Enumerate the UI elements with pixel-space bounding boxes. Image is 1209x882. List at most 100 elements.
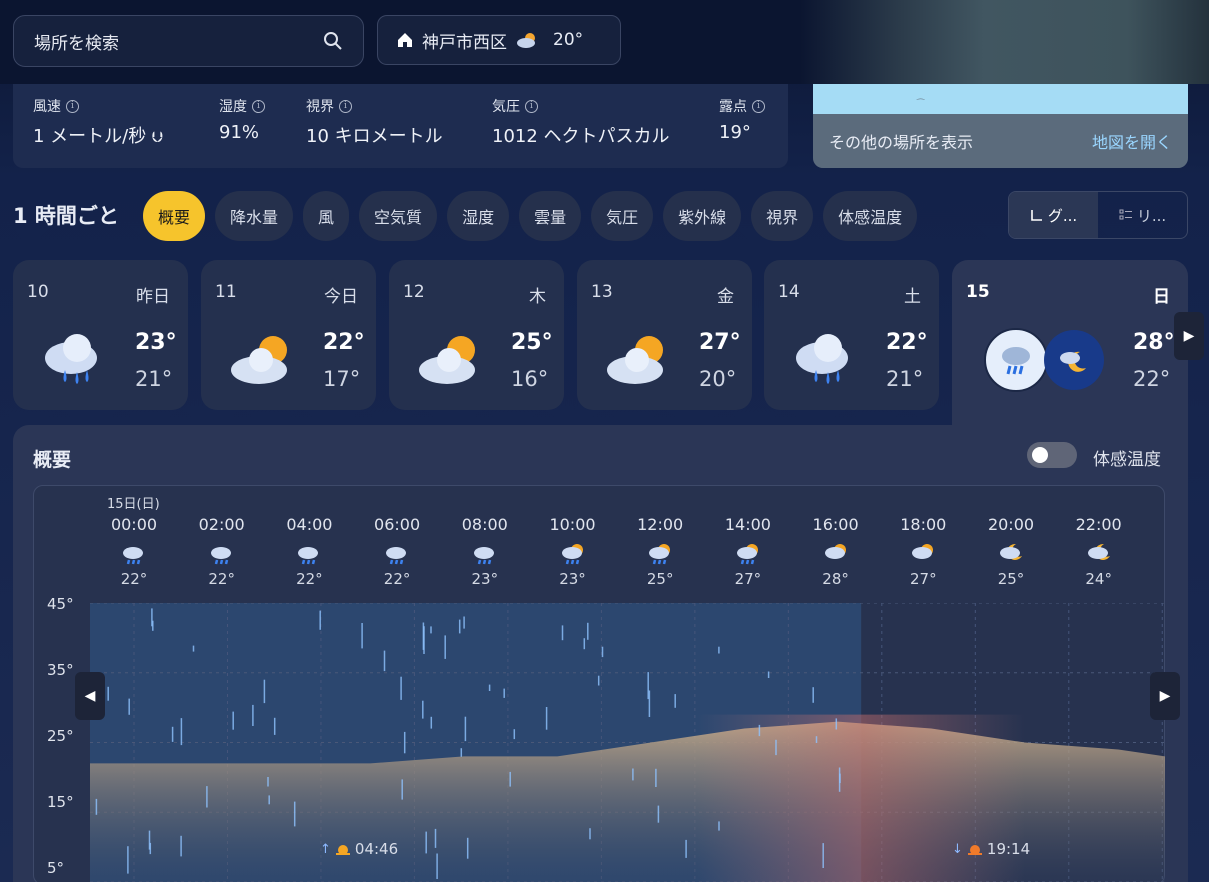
current-details: 風速 i 1 メートル/秒 ⮋ 湿度 i 91% 視界 i 10 キロメートル 気圧 i… [13, 84, 788, 168]
tab-air-quality[interactable]: 空気質 [359, 191, 438, 241]
y-tick-label: 25° [47, 727, 74, 745]
search-input[interactable]: 場所を検索 [34, 29, 323, 54]
info-icon[interactable]: i [752, 99, 765, 113]
hour-time: 04:00 [286, 515, 333, 534]
tab-feels-like[interactable]: 体感温度 [823, 191, 918, 241]
day-number: 15 [966, 282, 990, 302]
rain-and-night-cloud-icon [984, 328, 1104, 392]
sunrise-time: 04:46 [354, 840, 399, 858]
low-temp: 16° [511, 367, 549, 391]
search-icon[interactable] [323, 31, 343, 51]
high-temp: 25° [511, 330, 553, 355]
day-of-week: 日 [1153, 287, 1170, 307]
partly-cloudy-icon [607, 336, 663, 384]
high-temp: 23° [135, 330, 177, 355]
tab-wind[interactable]: 風 [303, 191, 350, 241]
hour-temp: 27° [734, 570, 762, 588]
day-card-selected[interactable]: 15 日 28° 22° [952, 260, 1188, 426]
hour-column: 14:00 27° [704, 515, 792, 588]
feels-like-toggle[interactable] [1027, 442, 1077, 468]
hour-column: 12:00 25° [616, 515, 704, 588]
sun-cloud-icon [912, 544, 934, 559]
day-of-week: 木 [529, 287, 546, 307]
hour-time: 22:00 [1075, 515, 1122, 534]
hour-temp: 25° [997, 570, 1025, 588]
hour-column: 10:00 23° [529, 515, 617, 588]
tab-cloud-cover[interactable]: 雲量 [519, 191, 582, 241]
day-card[interactable]: 13 金 27° 20° [577, 260, 752, 410]
hourly-header: 00:00 22° 02:00 22° 04:00 22° 06:00 22° 08:00 23°… [90, 515, 1165, 600]
next-days-button[interactable]: ▶ [1174, 312, 1204, 360]
info-icon[interactable]: i [525, 99, 538, 113]
hour-column: 06:00 22° [353, 515, 441, 588]
partly-cloudy-icon [517, 33, 535, 48]
list-view-button[interactable]: リ... [1098, 192, 1187, 238]
chevron-right-icon: ▶ [1159, 688, 1171, 704]
hour-temp: 23° [559, 570, 586, 588]
detail-label: 視界 [306, 99, 334, 115]
sunset-icon [967, 845, 982, 855]
day-of-week: 今日 [324, 287, 358, 307]
info-icon[interactable]: i [252, 99, 265, 113]
chart-prev-button[interactable]: ◀ [75, 672, 105, 720]
day-card[interactable]: 12 木 25° 16° [389, 260, 564, 410]
location-name: 神戸市西区 [422, 32, 507, 53]
wind-direction-icon: ⮋ [151, 128, 164, 146]
tab-uv[interactable]: 紫外線 [663, 191, 742, 241]
day-of-week: 土 [904, 287, 921, 307]
day-number: 10 [27, 282, 49, 302]
day-of-week: 昨日 [136, 287, 170, 307]
sunset-marker: ↓ 19:14 [952, 840, 1030, 858]
hour-time: 06:00 [374, 515, 421, 534]
search-box[interactable]: 場所を検索 [13, 15, 364, 67]
low-temp: 20° [699, 367, 737, 391]
rain-cloud-icon [298, 547, 319, 565]
chart-next-button[interactable]: ▶ [1150, 672, 1180, 720]
graph-view-button[interactable]: グ... [1009, 192, 1098, 238]
detail-value: 19° [719, 122, 751, 143]
chevron-left-icon: ◀ [84, 688, 96, 704]
map-card[interactable]: ⁀ その他の場所を表示 地図を開く [813, 84, 1188, 168]
rain-cloud-icon [386, 547, 407, 565]
open-map-link[interactable]: 地図を開く [1092, 129, 1172, 153]
hour-column: 04:00 22° [265, 515, 353, 588]
tab-overview[interactable]: 概要 [143, 191, 206, 241]
hourly-title: 1 時間ごと [13, 204, 119, 228]
arrow-down-icon: ↓ [952, 841, 963, 857]
tab-visibility[interactable]: 視界 [751, 191, 814, 241]
detail-label: 露点 [719, 99, 747, 115]
current-location-button[interactable]: 神戸市西区 20° [377, 15, 621, 65]
tab-precipitation[interactable]: 降水量 [215, 191, 294, 241]
detail-pressure: 気圧 i 1012 ヘクトパスカル [492, 96, 670, 148]
info-icon[interactable]: i [66, 99, 79, 113]
low-temp: 21° [886, 367, 924, 391]
info-icon[interactable]: i [339, 99, 352, 113]
hour-temp: 22° [120, 570, 148, 588]
tab-pressure[interactable]: 気圧 [591, 191, 654, 241]
low-temp: 22° [1133, 367, 1171, 391]
partly-cloudy-icon [419, 336, 475, 384]
sun-rain-cloud-icon [561, 544, 583, 565]
detail-value: 91% [219, 122, 260, 143]
day-card[interactable]: 10 昨日 23° 21° [13, 260, 188, 410]
day-number: 12 [403, 282, 425, 302]
low-temp: 21° [135, 367, 173, 391]
hour-time: 16:00 [812, 515, 859, 534]
feels-like-label: 体感温度 [1093, 450, 1161, 470]
detail-value: 10 キロメートル [306, 126, 443, 147]
sun-rain-cloud-icon [736, 544, 758, 565]
map-preview[interactable]: ⁀ [813, 84, 1188, 114]
arrow-up-icon: ↑ [320, 841, 331, 857]
sunrise-marker: ↑ 04:46 [320, 840, 398, 858]
y-tick-label: 5° [47, 859, 65, 877]
sun-rain-cloud-icon [649, 544, 671, 565]
hour-column: 00:00 22° [90, 515, 178, 588]
tab-humidity[interactable]: 湿度 [447, 191, 510, 241]
location-temp: 20° [553, 30, 584, 50]
detail-label: 気圧 [492, 99, 520, 115]
hour-time: 12:00 [637, 515, 684, 534]
day-number: 13 [591, 282, 613, 302]
more-places-label: その他の場所を表示 [829, 133, 974, 152]
day-card[interactable]: 14 土 22° 21° [764, 260, 939, 410]
day-card[interactable]: 11 今日 22° 17° [201, 260, 376, 410]
